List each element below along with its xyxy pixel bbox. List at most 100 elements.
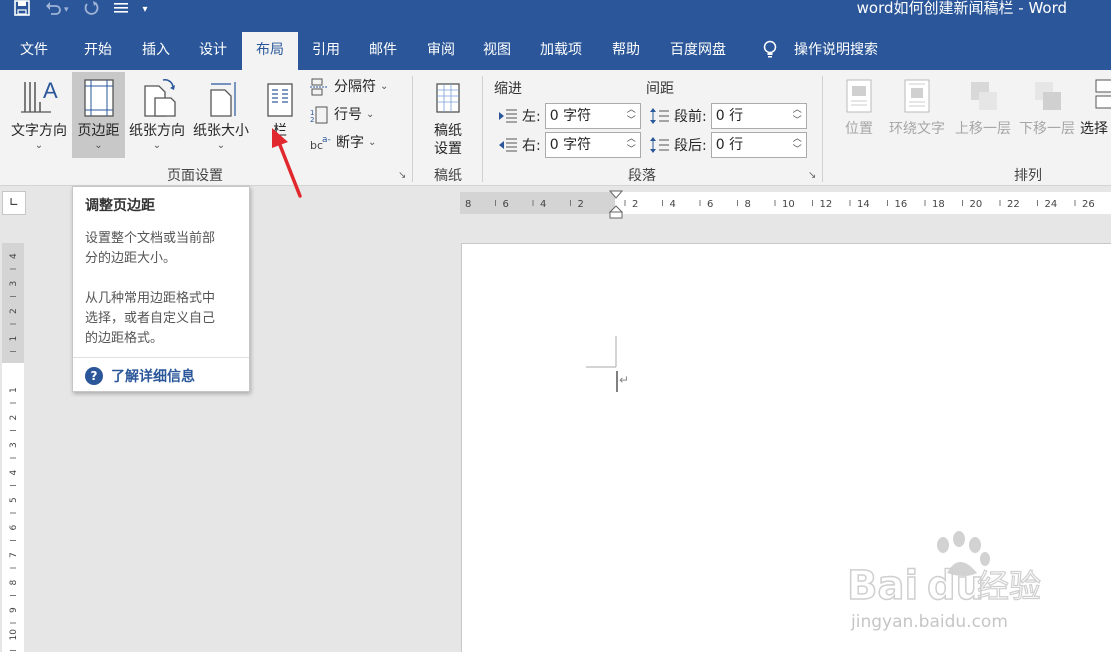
ruler-tick-label: 8 bbox=[745, 199, 751, 210]
selection-pane-button[interactable]: 选择 bbox=[1080, 78, 1111, 138]
bring-forward-button[interactable]: 上移一层 bbox=[952, 78, 1014, 138]
watermark-url: jingyan.baidu.com bbox=[850, 612, 1008, 632]
send-backward-label: 下移一层 bbox=[1019, 121, 1075, 137]
spacing-after-input[interactable]: 0 行 ︿ ﹀ bbox=[710, 132, 807, 158]
columns-icon bbox=[267, 83, 293, 117]
learn-more-link[interactable]: ? 了解详细信息 bbox=[85, 366, 237, 386]
ruler-tick-label: 2 bbox=[9, 308, 19, 314]
manuscript-icon bbox=[436, 83, 460, 113]
undo-dropdown-icon[interactable]: ▾ bbox=[64, 0, 69, 20]
ruler-tick-label: 14 bbox=[857, 199, 870, 210]
tab-help[interactable]: 帮助 bbox=[612, 32, 640, 70]
ruler-tick-label: 10 bbox=[782, 199, 795, 210]
tab-insert[interactable]: 插入 bbox=[142, 32, 170, 70]
group-divider bbox=[822, 76, 823, 182]
margins-tooltip: 调整页边距 设置整个文档或当前部 分的边距大小。 从几种常用边距格式中 选择，或… bbox=[72, 186, 250, 392]
tab-review[interactable]: 审阅 bbox=[427, 32, 455, 70]
horizontal-ruler[interactable]: 8 6 4 2 2 4 6 8 10 12 14 16 18 20 22 24 26 bbox=[460, 190, 1111, 219]
page-setup-dialog-launcher-icon[interactable]: ↘ bbox=[398, 170, 406, 181]
tooltip-description-1: 设置整个文档或当前部 分的边距大小。 bbox=[85, 229, 237, 269]
breaks-button[interactable]: 分隔符 ⌄ bbox=[310, 76, 388, 98]
ruler-tick-label: 12 bbox=[820, 199, 833, 210]
tab-baidu-netdisk[interactable]: 百度网盘 bbox=[670, 32, 726, 70]
position-button[interactable]: 位置 bbox=[838, 78, 880, 138]
bring-forward-label: 上移一层 bbox=[955, 121, 1011, 137]
manuscript-group-label: 稿纸 bbox=[434, 168, 462, 184]
send-backward-button[interactable]: 下移一层 bbox=[1016, 78, 1078, 138]
chevron-down-icon: ⌄ bbox=[366, 109, 375, 120]
tooltip-line: 分的边距大小。 bbox=[85, 251, 177, 266]
horizontal-ruler-ticks: 8 6 4 2 2 4 6 8 10 12 14 16 18 20 22 24 26 bbox=[465, 199, 1095, 210]
indent-marker-icon[interactable] bbox=[609, 190, 623, 220]
spinner-arrows-icon[interactable]: ︿ ﹀ bbox=[627, 105, 636, 127]
spacing-after-row: 段后: 0 行 ︿ ﹀ bbox=[650, 132, 807, 158]
send-backward-icon bbox=[1035, 82, 1061, 110]
indent-right-value: 0 字符 bbox=[549, 137, 592, 153]
ruler-tick-label: 2 bbox=[9, 415, 19, 421]
ruler-tick-label: 8 bbox=[9, 580, 19, 586]
tab-home[interactable]: 开始 bbox=[84, 32, 112, 70]
indent-right-icon bbox=[499, 138, 517, 152]
tab-view[interactable]: 视图 bbox=[483, 32, 511, 70]
orientation-button[interactable]: 纸张方向 ⌄ bbox=[125, 72, 189, 158]
ruler-tick-label: 24 bbox=[1045, 199, 1058, 210]
tooltip-line: 从几种常用边距格式中 bbox=[85, 291, 216, 306]
undo-icon[interactable] bbox=[44, 0, 62, 21]
redo-icon[interactable] bbox=[83, 0, 99, 21]
ruler-tick-label: 2 bbox=[578, 199, 584, 210]
customize-qat-icon[interactable]: ▾ bbox=[143, 0, 148, 20]
tab-file[interactable]: 文件 bbox=[20, 32, 48, 70]
spacing-after-value: 0 行 bbox=[715, 137, 744, 153]
ruler-tick-label: 10 bbox=[9, 629, 19, 641]
paragraph-group-label: 段落 bbox=[628, 168, 656, 184]
ruler-tick-label: 26 bbox=[1082, 199, 1095, 210]
spinner-arrows-icon[interactable]: ︿ ﹀ bbox=[793, 134, 802, 156]
text-direction-icon: A bbox=[21, 78, 58, 113]
spacing-before-input[interactable]: 0 行 ︿ ﹀ bbox=[710, 103, 807, 129]
chevron-down-icon: ⌄ bbox=[34, 140, 44, 151]
save-icon[interactable] bbox=[14, 0, 30, 21]
tab-selector[interactable]: ∟ bbox=[2, 191, 26, 215]
tab-layout[interactable]: 布局 bbox=[242, 32, 298, 70]
vertical-ruler[interactable]: 4 3 2 1 1 2 3 4 5 6 7 8 9 10 bbox=[2, 243, 24, 652]
chevron-down-icon: ⌄ bbox=[216, 140, 226, 151]
ruler-tick-label: 18 bbox=[932, 199, 945, 210]
tab-design[interactable]: 设计 bbox=[199, 32, 227, 70]
spacing-before-icon bbox=[650, 108, 669, 124]
indent-left-label: 左: bbox=[522, 109, 541, 125]
breaks-label: 分隔符 bbox=[334, 79, 376, 95]
line-numbers-label: 行号 bbox=[334, 107, 362, 123]
ruler-tick-label: 22 bbox=[1007, 199, 1020, 210]
title-bar: ▾ ▾ word如何创建新闻稿栏 - Word bbox=[0, 0, 1111, 32]
tab-mailings[interactable]: 邮件 bbox=[369, 32, 397, 70]
wrap-text-button[interactable]: 环绕文字 bbox=[886, 78, 948, 138]
document-title: word如何创建新闻稿栏 - Word bbox=[856, 0, 1067, 17]
watermark-brand-du: du bbox=[927, 563, 984, 609]
document-page[interactable]: ↵ Bai du 经验 jingyan.baidu.com bbox=[461, 243, 1111, 652]
size-button[interactable]: 纸张大小 ⌄ bbox=[189, 72, 253, 158]
text-direction-button[interactable]: A 文字方向 ⌄ bbox=[6, 72, 72, 158]
page-setup-group-label: 页面设置 bbox=[167, 168, 223, 184]
paper-size-icon bbox=[210, 82, 236, 117]
group-divider bbox=[482, 76, 483, 182]
spacing-after-icon bbox=[650, 137, 669, 153]
paragraph-dialog-launcher-icon[interactable]: ↘ bbox=[808, 170, 816, 181]
touch-mode-icon[interactable] bbox=[113, 0, 129, 20]
indent-right-row: 右: 0 字符 ︿ ﹀ bbox=[498, 132, 641, 158]
ribbon-tab-bar: 文件 开始 插入 设计 布局 引用 邮件 审阅 视图 加载项 帮助 百度网盘 操… bbox=[0, 32, 1111, 70]
indent-left-input[interactable]: 0 字符 ︿ ﹀ bbox=[544, 103, 641, 129]
indent-right-input[interactable]: 0 字符 ︿ ﹀ bbox=[544, 132, 641, 158]
margins-button[interactable]: 页边距 ⌄ bbox=[72, 72, 125, 158]
paragraph-mark-icon: ↵ bbox=[619, 373, 629, 387]
tab-references[interactable]: 引用 bbox=[312, 32, 340, 70]
spinner-arrows-icon[interactable]: ︿ ﹀ bbox=[627, 134, 636, 156]
watermark-brand: Bai bbox=[847, 563, 918, 609]
manuscript-settings-button[interactable]: 稿纸 设置 bbox=[422, 72, 474, 158]
spacing-before-label: 段前: bbox=[674, 109, 707, 125]
tab-addins[interactable]: 加载项 bbox=[540, 32, 582, 70]
chevron-down-icon: ⌄ bbox=[380, 81, 389, 92]
tell-me-search[interactable]: 操作说明搜索 bbox=[794, 32, 878, 70]
spinner-arrows-icon[interactable]: ︿ ﹀ bbox=[793, 105, 802, 127]
arrange-group-label: 排列 bbox=[1014, 168, 1042, 184]
orientation-icon bbox=[144, 79, 176, 117]
